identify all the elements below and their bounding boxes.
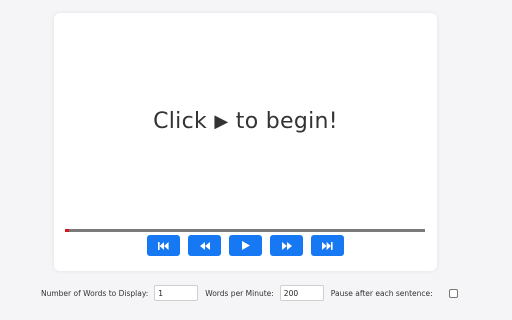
word-display: Click ▶ to begin! bbox=[54, 109, 437, 134]
progress-fill bbox=[65, 229, 69, 232]
reader-card: Click ▶ to begin! bbox=[54, 13, 437, 271]
progress-bar[interactable] bbox=[65, 229, 425, 232]
prompt-suffix: to begin! bbox=[235, 109, 338, 134]
play-button[interactable] bbox=[229, 235, 262, 256]
skip-forward-icon bbox=[322, 241, 333, 250]
play-glyph-icon: ▶ bbox=[214, 111, 229, 132]
skip-to-end-button[interactable] bbox=[311, 235, 344, 256]
skip-to-start-button[interactable] bbox=[147, 235, 180, 256]
play-icon bbox=[241, 241, 250, 250]
page: Click ▶ to begin! Number of Words to Dis… bbox=[0, 0, 512, 320]
words-to-display-input[interactable] bbox=[154, 285, 199, 301]
fast-forward-button[interactable] bbox=[270, 235, 303, 256]
settings-bar: Number of Words to Display: Words per Mi… bbox=[41, 284, 458, 302]
skip-back-icon bbox=[158, 241, 169, 250]
playback-controls bbox=[54, 235, 437, 256]
rewind-icon bbox=[199, 241, 210, 250]
wpm-input[interactable] bbox=[279, 285, 324, 301]
pause-label: Pause after each sentence: bbox=[330, 288, 433, 298]
prompt-prefix: Click bbox=[153, 109, 208, 134]
pause-checkbox[interactable] bbox=[448, 288, 458, 298]
words-to-display-label: Number of Words to Display: bbox=[41, 288, 149, 298]
wpm-label: Words per Minute: bbox=[205, 288, 274, 298]
fast-forward-icon bbox=[281, 241, 292, 250]
rewind-button[interactable] bbox=[188, 235, 221, 256]
